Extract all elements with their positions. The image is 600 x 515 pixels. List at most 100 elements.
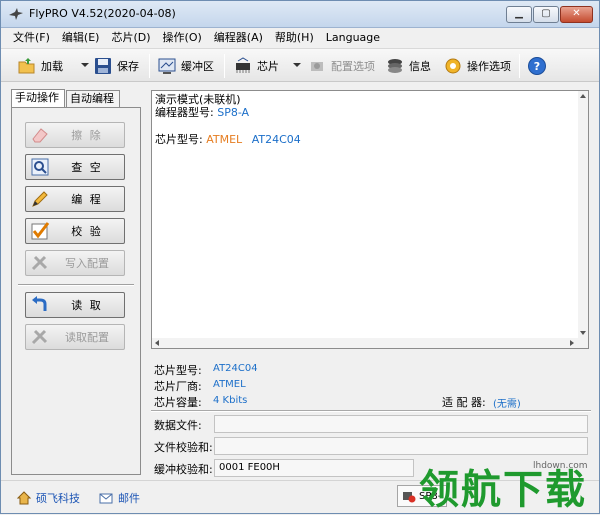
svg-text:?: ? (534, 60, 540, 73)
operation-options-button[interactable]: 操作选项 (443, 53, 511, 79)
bird-logo-icon (9, 8, 23, 20)
scroll-right-icon[interactable] (570, 340, 574, 346)
mail-label: 邮件 (118, 492, 140, 505)
buffer-checksum-field: 0001 FE00H (214, 459, 414, 477)
action-panel: 擦 除 查 空 编 程 校 验 写入配置 读 取 读取配置 (11, 107, 141, 475)
config-options-button[interactable]: 配置选项 (307, 53, 375, 79)
maximize-button[interactable]: ▢ (533, 6, 559, 23)
load-dropdown-caret[interactable] (81, 63, 89, 67)
menu-operation[interactable]: 操作(O) (157, 28, 208, 48)
toolbar-separator (224, 54, 225, 78)
buffer-checksum-label: 缓冲校验和: (154, 463, 213, 476)
blank-check-button[interactable]: 查 空 (25, 154, 125, 180)
scroll-up-icon[interactable] (580, 94, 586, 98)
gear-icon (445, 58, 461, 74)
menu-bar: 文件(F) 编辑(E) 芯片(D) 操作(O) 编程器(A) 帮助(H) Lan… (1, 28, 599, 48)
data-file-field (214, 415, 588, 433)
file-checksum-label: 文件校验和: (154, 441, 213, 454)
operation-options-label: 操作选项 (467, 60, 511, 73)
adapter-value: (无需) (493, 399, 521, 410)
menu-file[interactable]: 文件(F) (7, 28, 56, 48)
data-file-label: 数据文件: (154, 419, 202, 432)
mail-icon (99, 493, 113, 504)
read-config-button[interactable]: 读取配置 (25, 324, 125, 350)
save-disk-icon (95, 58, 111, 74)
help-question-icon: ? (528, 57, 546, 75)
log-programmer-label: 编程器型号: (155, 106, 214, 119)
verify-label: 校 验 (71, 225, 103, 238)
toolbar-separator (519, 54, 520, 78)
home-icon (17, 491, 31, 505)
pencil-icon (32, 191, 48, 207)
eraser-icon (32, 128, 48, 143)
device-disconnected-icon (403, 492, 416, 503)
log-chip-line: 芯片型号: ATMEL AT24C04 (155, 131, 301, 147)
verify-button[interactable]: 校 验 (25, 218, 125, 244)
chip-icon (236, 57, 250, 73)
panel-divider (18, 284, 134, 286)
info-stack-icon (388, 59, 402, 73)
menu-chip[interactable]: 芯片(D) (105, 28, 156, 48)
log-vertical-scrollbar[interactable] (578, 91, 588, 338)
open-folder-icon (18, 58, 35, 74)
save-label: 保存 (117, 60, 139, 73)
checkmark-icon (31, 222, 50, 240)
info-label: 信息 (409, 60, 431, 73)
write-config-label: 写入配置 (65, 257, 109, 270)
chip-label: 芯片 (257, 60, 279, 73)
scroll-left-icon[interactable] (155, 340, 159, 346)
buffer-button[interactable]: 缓冲区 (157, 53, 214, 79)
help-button[interactable]: ? (527, 53, 551, 79)
chip-button[interactable]: 芯片 (233, 53, 279, 79)
chip-model-value: AT24C04 (213, 363, 258, 374)
write-config-button[interactable]: 写入配置 (25, 250, 125, 276)
program-button[interactable]: 编 程 (25, 186, 125, 212)
log-chip-vendor: ATMEL (206, 133, 243, 146)
chip-model-label: 芯片型号: (154, 364, 202, 377)
adapter-label: 适 配 器: (442, 396, 486, 409)
menu-edit[interactable]: 编辑(E) (56, 28, 106, 48)
scroll-down-icon[interactable] (580, 331, 586, 335)
magnifier-icon (31, 158, 49, 176)
mail-link[interactable]: 邮件 (99, 490, 140, 506)
vendor-value: ATMEL (213, 379, 246, 390)
save-button[interactable]: 保存 (93, 53, 139, 79)
menu-help[interactable]: 帮助(H) (269, 28, 320, 48)
config-chip-icon (311, 62, 323, 71)
read-config-label: 读取配置 (65, 331, 109, 344)
company-label: 硕飞科技 (36, 492, 80, 505)
load-button[interactable]: 加载 (17, 53, 63, 79)
tools-icon (31, 255, 48, 271)
tab-auto[interactable]: 自动编程 (66, 90, 120, 108)
log-chip-model: AT24C04 (251, 133, 301, 146)
erase-button[interactable]: 擦 除 (25, 122, 125, 148)
load-label: 加载 (41, 60, 63, 73)
chip-dropdown-caret[interactable] (293, 63, 301, 67)
window-title: FlyPRO V4.52(2020-04-08) (29, 7, 176, 20)
tools-icon (31, 329, 48, 345)
toolbar-separator (149, 54, 150, 78)
app-window: FlyPRO V4.52(2020-04-08) ▁ ▢ ✕ 文件(F) 编辑(… (0, 0, 600, 514)
log-horizontal-scrollbar[interactable] (152, 338, 588, 348)
close-button[interactable]: ✕ (560, 6, 593, 23)
config-options-label: 配置选项 (331, 60, 375, 73)
buffer-monitor-icon (158, 58, 176, 74)
info-button[interactable]: 信息 (385, 53, 431, 79)
read-button[interactable]: 读 取 (25, 292, 125, 318)
erase-label: 擦 除 (71, 129, 103, 142)
capacity-label: 芯片容量: (154, 396, 202, 409)
toolbar: 加载 保存 缓冲区 芯片 配置选项 信息 操作选项 ? (1, 48, 599, 82)
read-arrow-icon (32, 296, 47, 311)
vendor-label: 芯片厂商: (154, 380, 202, 393)
menu-language[interactable]: Language (320, 28, 386, 48)
program-label: 编 程 (71, 193, 103, 206)
info-divider (151, 410, 591, 412)
menu-programmer[interactable]: 编程器(A) (208, 28, 269, 48)
file-checksum-field (214, 437, 588, 455)
capacity-value: 4 Kbits (213, 395, 248, 406)
log-panel[interactable]: 演示模式(未联机) 编程器型号: SP8-A 芯片型号: ATMEL AT24C… (151, 90, 589, 349)
read-label: 读 取 (71, 299, 103, 312)
tab-manual[interactable]: 手动操作 (11, 89, 65, 108)
company-link[interactable]: 硕飞科技 (17, 490, 80, 506)
minimize-button[interactable]: ▁ (506, 6, 532, 23)
